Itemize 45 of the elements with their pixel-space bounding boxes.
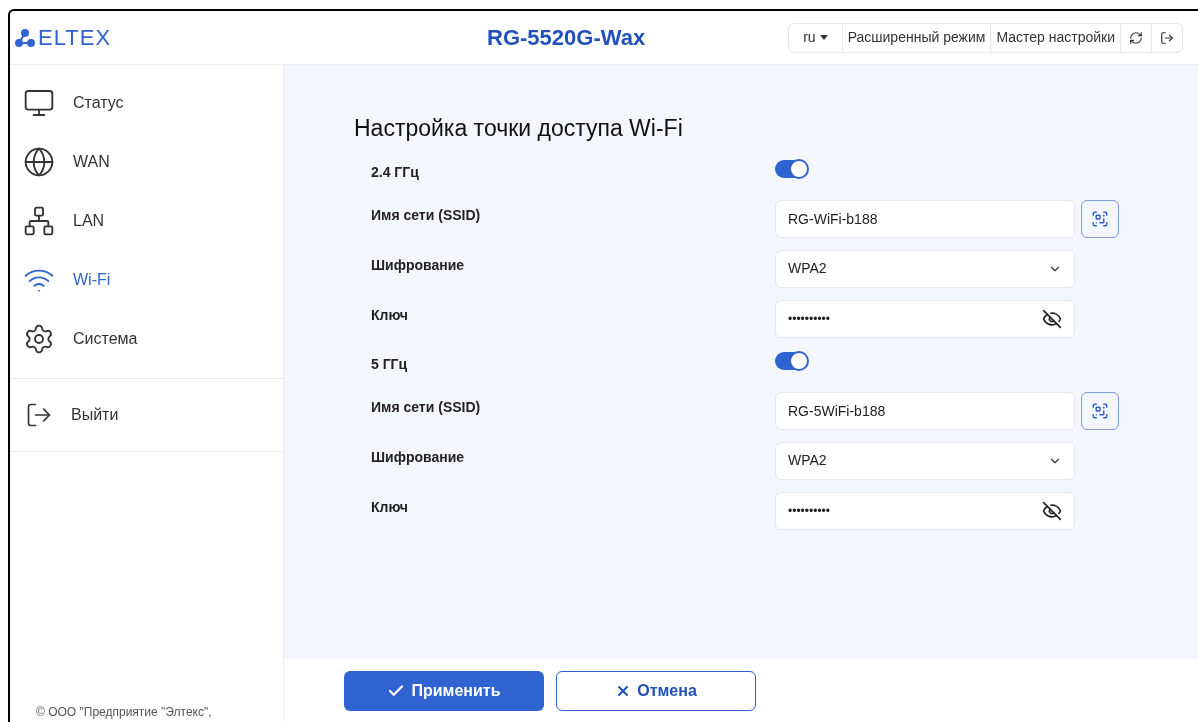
language-dropdown[interactable]: ru: [789, 23, 843, 52]
hide-password-icon[interactable]: [1042, 308, 1062, 329]
cancel-button[interactable]: Отмена: [556, 670, 756, 711]
device-title: RG-5520G-Wax: [486, 24, 646, 52]
field-label: Ключ: [371, 498, 409, 517]
field-label: Ключ: [371, 306, 409, 325]
sidebar-item[interactable]: Wi-Fi: [10, 250, 283, 309]
select-field[interactable]: WPA2: [775, 249, 1075, 288]
qr-code-icon: [1091, 209, 1109, 228]
page-title: Настройка точки доступа Wi-Fi: [354, 114, 684, 143]
sidebar-item[interactable]: Система: [10, 309, 283, 368]
text-field[interactable]: RG-5WiFi-b188: [775, 391, 1075, 430]
gear-icon: [23, 322, 55, 355]
header-link[interactable]: Мастер настройки: [991, 23, 1121, 52]
copyright-text: © ООО "Предприятие "Элтекс",: [35, 704, 213, 721]
sidebar-item[interactable]: LAN: [10, 191, 283, 250]
qr-code-icon: [1091, 401, 1109, 420]
apply-button[interactable]: Применить: [344, 670, 544, 711]
text-field[interactable]: RG-WiFi-b188: [775, 199, 1075, 238]
logout-icon: [25, 401, 53, 429]
header-link[interactable]: Расширенный режим: [842, 23, 992, 52]
field-label: Имя сети (SSID): [371, 398, 482, 417]
band-label: 2.4 ГГц: [371, 163, 420, 182]
sidebar-item[interactable]: WAN: [10, 132, 283, 191]
band-toggle[interactable]: [775, 159, 807, 178]
field-label: Шифрование: [371, 256, 466, 275]
band-toggle[interactable]: [775, 351, 807, 370]
refresh-icon: [1129, 30, 1143, 45]
hide-password-icon[interactable]: [1042, 500, 1062, 521]
logo-icon: [15, 28, 35, 47]
field-label: Имя сети (SSID): [371, 206, 482, 225]
password-field[interactable]: ••••••••••: [775, 299, 1075, 338]
field-label: Шифрование: [371, 448, 466, 467]
password-field[interactable]: ••••••••••: [775, 491, 1075, 530]
globe-icon: [23, 145, 55, 178]
qr-code-button[interactable]: [1081, 199, 1119, 238]
logout-item[interactable]: Выйти: [10, 401, 119, 429]
logo-text: ELTEX: [38, 24, 112, 52]
caret-icon: [819, 35, 828, 40]
network-icon: [23, 204, 55, 237]
logout-icon: [1160, 30, 1174, 45]
band-label: 5 ГГц: [371, 355, 409, 374]
sidebar-item[interactable]: Статус: [10, 73, 283, 132]
select-field[interactable]: WPA2: [775, 441, 1075, 480]
qr-code-button[interactable]: [1081, 391, 1119, 430]
